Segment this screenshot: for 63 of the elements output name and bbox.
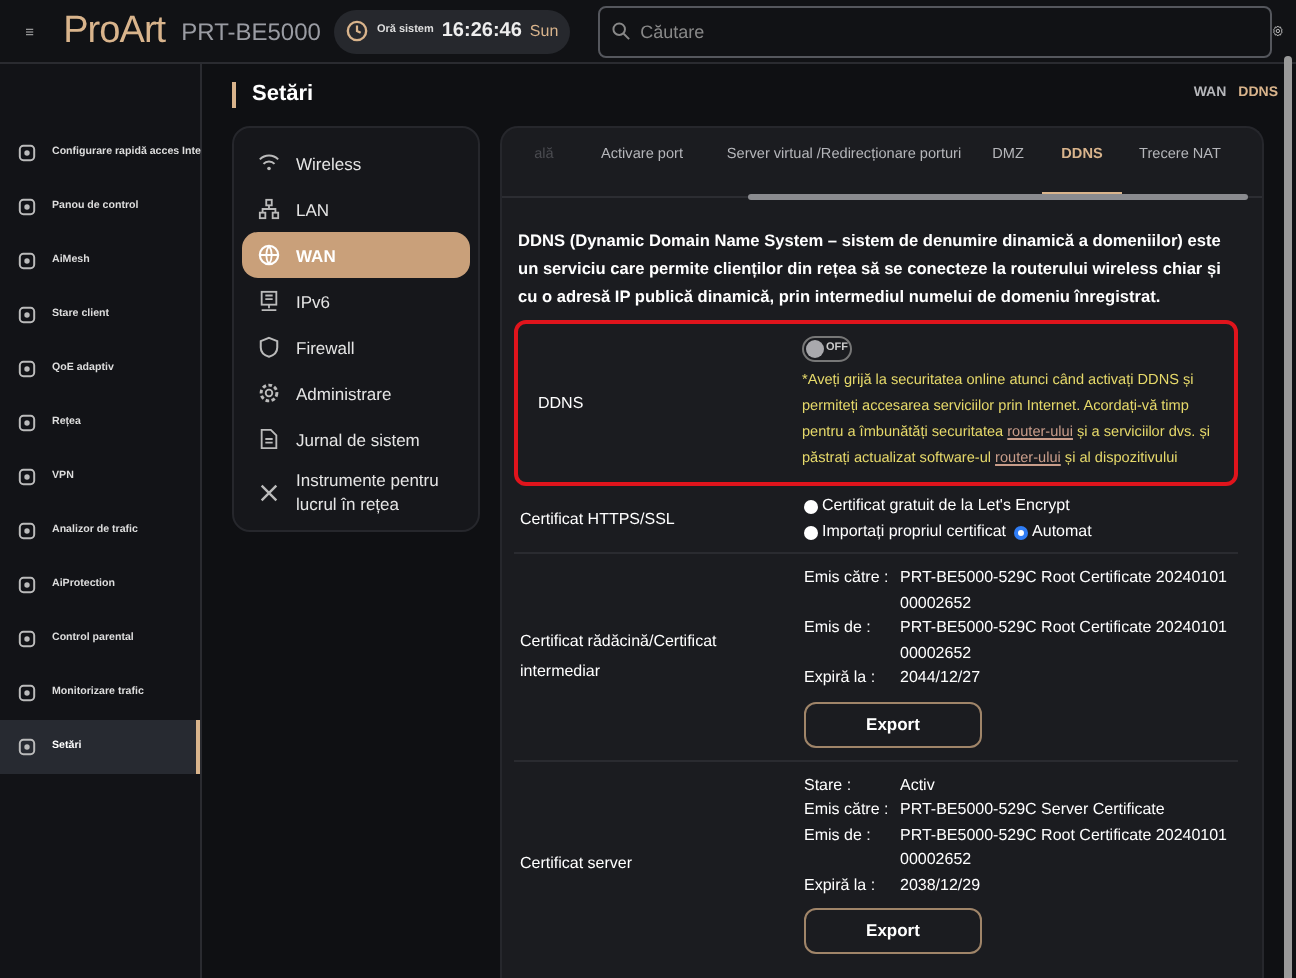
field-label: Emis de :: [804, 616, 873, 640]
menu-item-icon: [18, 738, 36, 756]
nav-item-icon: [258, 382, 280, 404]
menu-item-icon: [18, 522, 36, 540]
nav-item-icon: [258, 481, 280, 503]
field-value: PRT-BE5000-529C Root Certificate 2024010100002652: [900, 566, 1230, 615]
clock-time: 16:26:46: [441, 18, 522, 46]
field-label: Emis către :: [804, 798, 891, 822]
settings-nav-item[interactable]: LAN: [242, 186, 470, 232]
menu-icon[interactable]: [26, 23, 34, 39]
certificate-label: Certificat rădăcină/Certificat intermediar: [518, 630, 719, 685]
settings-nav-item[interactable]: Jurnal de sistem: [242, 416, 470, 462]
menu-item-icon: [18, 576, 36, 594]
nav-item-icon: [258, 152, 280, 174]
field-value: 2044/12/27: [900, 666, 983, 690]
field-label: Stare :: [804, 773, 854, 797]
export-button[interactable]: Export: [804, 908, 982, 954]
radio-option[interactable]: Automat: [1014, 520, 1092, 544]
tab-scrollbar[interactable]: [748, 194, 1248, 200]
description-text: DDNS (Dynamic Domain Name System – sistem de denumire dinamică a domeniilor) este un serviciu care permite clienților din rețea să se conecteze la routerului wireless chiar și cu o adresă IP publică dinamică, prin intermediul numelui de domeniu înregistrat.: [516, 228, 1223, 310]
menu-item-icon: [18, 630, 36, 648]
field-label: Emis către :: [804, 566, 891, 590]
nav-item-icon: [258, 290, 280, 312]
field-value: PRT-BE5000-529C Root Certificate 2024010100002652: [900, 616, 1230, 665]
clock-day: Sun: [529, 19, 559, 43]
menu-item-icon: [18, 684, 36, 702]
page-title: Setări: [252, 80, 314, 111]
ddns-label: DDNS: [536, 391, 586, 415]
https-certificate-label: Certificat HTTPS/SSL: [518, 507, 677, 531]
nav-item-icon: [258, 198, 280, 220]
nav-item-icon: [258, 244, 280, 266]
settings-nav-item[interactable]: Administrare: [242, 370, 470, 416]
export-button[interactable]: Export: [804, 701, 982, 747]
clock-icon: [346, 20, 369, 42]
menu-item-icon: [18, 468, 36, 486]
nav-item-icon: [258, 336, 280, 358]
field-value: 2038/12/29: [900, 873, 983, 897]
nav-item-icon: [258, 428, 280, 450]
radio-option[interactable]: Certificat gratuit de la Let's Encrypt: [804, 494, 1070, 518]
field-value: PRT-BE5000-529C Root Certificate 2024010100002652: [900, 823, 1230, 872]
field-label: Emis de :: [804, 823, 873, 847]
field-label: Expiră la :: [804, 666, 878, 690]
menu-item-icon: [18, 360, 36, 378]
certificate-label: Certificat server: [518, 852, 635, 877]
radio-option[interactable]: Importați propriul certificat: [804, 520, 1007, 544]
menu-item-icon: [18, 198, 36, 216]
menu-item-icon: [18, 306, 36, 324]
menu-item-icon: [18, 252, 36, 270]
router-model: PRT-BE5000: [181, 15, 321, 49]
settings-nav-item[interactable]: Wireless: [242, 140, 470, 186]
page-scrollbar[interactable]: [1284, 56, 1292, 978]
search-field[interactable]: Căutare: [598, 5, 1273, 57]
menu-item-icon: [18, 414, 36, 432]
brand-logo: ProArt: [63, 12, 166, 50]
field-value: PRT-BE5000-529C Server Certificate: [900, 798, 1167, 822]
settings-nav-item[interactable]: IPv6: [242, 278, 470, 324]
field-label: Expiră la :: [804, 873, 878, 898]
field-value: Activ: [900, 773, 937, 797]
title-accent: [232, 82, 236, 108]
settings-nav-item[interactable]: Instrumente pentru lucrul în rețea: [242, 462, 470, 522]
menu-item-icon: [18, 144, 36, 162]
settings-nav-item[interactable]: Firewall: [242, 324, 470, 370]
search-icon: [612, 21, 631, 39]
